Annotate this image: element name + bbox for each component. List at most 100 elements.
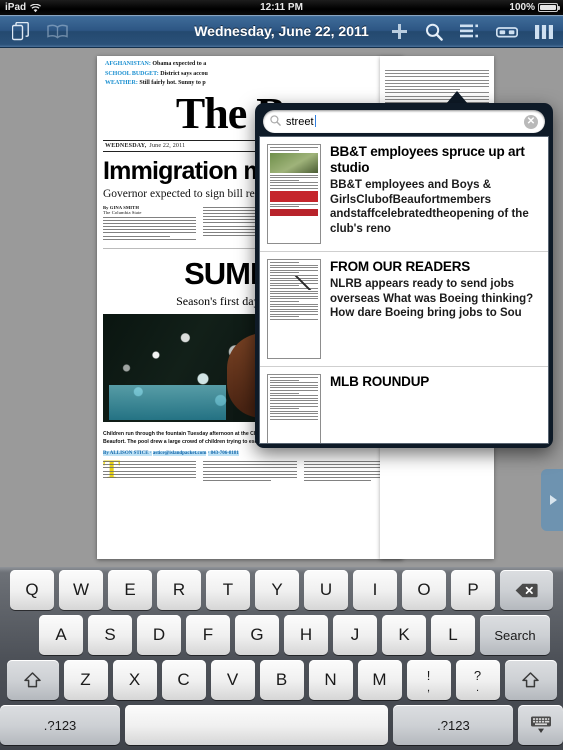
reader-canvas[interactable]: AFGHANISTAN: Obama expected to a SCHOOL … <box>0 48 563 567</box>
plus-icon[interactable] <box>391 23 408 40</box>
toolbar-right-group <box>391 15 553 48</box>
key-g[interactable]: G <box>235 615 279 655</box>
key-o[interactable]: O <box>402 570 446 610</box>
backspace-key[interactable] <box>500 570 553 610</box>
clear-search-button[interactable]: ✕ <box>524 114 538 129</box>
space-key[interactable] <box>125 705 389 745</box>
sidebar-expand-tab[interactable] <box>541 469 563 531</box>
teaser-text: District says accou <box>160 70 208 77</box>
key-x[interactable]: X <box>112 660 157 700</box>
list-view-icon[interactable] <box>460 24 479 39</box>
status-bar-clock: 12:11 PM <box>260 2 303 13</box>
result-title: MLB ROUNDUP <box>330 374 430 389</box>
hide-keyboard-key[interactable] <box>518 705 563 745</box>
search-result-item[interactable]: BB&T employees spruce up art studio BB&T… <box>260 137 548 252</box>
key-d[interactable]: D <box>137 615 181 655</box>
feature-byline: By ALLISON STICE · astice@islandpacket.c… <box>103 451 397 456</box>
key-k[interactable]: K <box>382 615 426 655</box>
battery-percent-label: 100% <box>509 2 535 13</box>
key-u[interactable]: U <box>304 570 348 610</box>
search-result-item[interactable]: FROM OUR READERS NLRB appears ready to s… <box>260 252 548 367</box>
key-i[interactable]: I <box>353 570 397 610</box>
byline-org: The Columbia State <box>103 209 142 215</box>
key-y[interactable]: Y <box>255 570 299 610</box>
result-body: MLB ROUNDUP <box>330 374 539 443</box>
feature-body-columns: T <box>103 457 397 483</box>
keyboard-row-2: A S D F G H J K L Search <box>0 615 563 655</box>
key-h[interactable]: H <box>284 615 328 655</box>
result-body: BB&T employees spruce up art studio BB&T… <box>330 144 539 244</box>
key-z[interactable]: Z <box>63 660 108 700</box>
teaser-text: Still fairly hot. Sunny to p <box>139 80 206 86</box>
result-snippet: BB&T employees and Boys & GirlsClubofBea… <box>330 179 529 235</box>
key-j[interactable]: J <box>333 615 377 655</box>
chevron-right-icon <box>549 495 557 505</box>
page-spread-icon[interactable] <box>496 25 518 39</box>
body-column: By GINA SMITH The Columbia State <box>103 205 197 243</box>
key-upper-glyph: ? <box>473 667 482 683</box>
key-question-period[interactable]: ? . <box>455 660 500 700</box>
search-results-list[interactable]: BB&T employees spruce up art studio BB&T… <box>259 136 549 444</box>
key-b[interactable]: B <box>259 660 304 700</box>
shift-key-left[interactable] <box>6 660 59 700</box>
dateline-day: WEDNESDAY, <box>105 142 147 149</box>
feature-byline-email[interactable]: astice@islandpacket.com <box>152 451 207 456</box>
onscreen-keyboard[interactable]: Q W E R T Y U I O P A S D F G H J K L Se… <box>0 567 563 750</box>
result-snippet: NLRB appears ready to send jobs overseas… <box>330 278 534 319</box>
search-icon <box>270 113 281 131</box>
teaser-row: AFGHANISTAN: Obama expected to a <box>105 60 395 70</box>
search-popover: street ✕ BB&T employees spruce up art st… <box>255 103 553 448</box>
teaser-label: WEATHER: <box>105 80 138 86</box>
key-v[interactable]: V <box>210 660 255 700</box>
backspace-icon <box>515 583 538 597</box>
search-bar: street ✕ <box>259 107 549 136</box>
key-l[interactable]: L <box>431 615 475 655</box>
result-thumbnail <box>267 144 321 244</box>
feature-byline-phone: · 843-706-8181 <box>207 451 239 456</box>
key-f[interactable]: F <box>186 615 230 655</box>
key-lower-glyph: . <box>475 681 480 694</box>
key-p[interactable]: P <box>451 570 495 610</box>
text-caret <box>314 115 316 127</box>
key-q[interactable]: Q <box>10 570 54 610</box>
search-result-item[interactable]: MLB ROUNDUP <box>260 367 548 443</box>
key-a[interactable]: A <box>39 615 83 655</box>
status-bar: iPad 12:11 PM 100% <box>0 0 563 15</box>
key-e[interactable]: E <box>108 570 152 610</box>
keyboard-row-1: Q W E R T Y U I O P <box>0 570 563 610</box>
result-title: BB&T employees spruce up art studio <box>330 144 525 175</box>
thumbnail-photo <box>270 152 318 173</box>
teaser-row: SCHOOL BUDGET: District says accou <box>105 70 395 80</box>
app-toolbar: Wednesday, June 22, 2011 <box>0 15 563 48</box>
teaser-text: Obama expected to a <box>152 61 207 67</box>
search-icon[interactable] <box>425 23 443 41</box>
search-input[interactable]: street ✕ <box>263 110 545 133</box>
key-upper-glyph: ! <box>426 667 431 683</box>
status-bar-right: 100% <box>509 2 560 13</box>
teaser-label: SCHOOL BUDGET: <box>105 70 159 77</box>
body-text-lines <box>203 461 297 482</box>
thumbnail-ad <box>270 209 318 217</box>
key-t[interactable]: T <box>206 570 250 610</box>
body-text-lines <box>103 216 197 240</box>
result-title: FROM OUR READERS <box>330 259 471 274</box>
shift-key-right[interactable] <box>504 660 557 700</box>
numeric-key-right[interactable]: .?123 <box>393 705 514 745</box>
key-r[interactable]: R <box>157 570 201 610</box>
shift-icon <box>522 672 539 688</box>
search-input-value: street <box>286 115 524 128</box>
key-w[interactable]: W <box>59 570 103 610</box>
key-exclam-comma[interactable]: ! , <box>406 660 451 700</box>
search-key[interactable]: Search <box>480 615 550 655</box>
result-body: FROM OUR READERS NLRB appears ready to s… <box>330 259 539 359</box>
key-n[interactable]: N <box>308 660 353 700</box>
battery-full-icon <box>538 3 560 12</box>
key-m[interactable]: M <box>357 660 402 700</box>
result-thumbnail <box>267 374 321 443</box>
columns-icon[interactable] <box>535 24 553 39</box>
numeric-key-left[interactable]: .?123 <box>0 705 121 745</box>
key-s[interactable]: S <box>88 615 132 655</box>
thumbnail-ad <box>270 190 318 202</box>
key-c[interactable]: C <box>161 660 206 700</box>
shift-icon <box>24 672 41 688</box>
